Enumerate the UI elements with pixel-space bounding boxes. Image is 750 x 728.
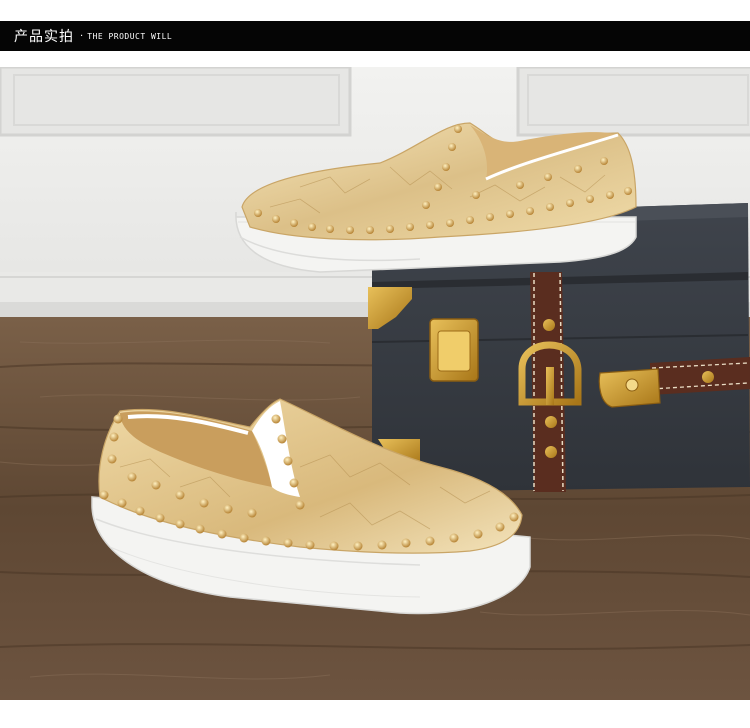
header-title-cn: 产品实拍 <box>14 29 74 45</box>
header-title-en: THE PRODUCT WILL <box>87 31 173 41</box>
product-photo <box>0 67 750 700</box>
section-header: 产品实拍 · THE PRODUCT WILL <box>0 21 750 51</box>
header-separator: · <box>80 30 84 42</box>
product-photo-illustration <box>0 67 750 700</box>
